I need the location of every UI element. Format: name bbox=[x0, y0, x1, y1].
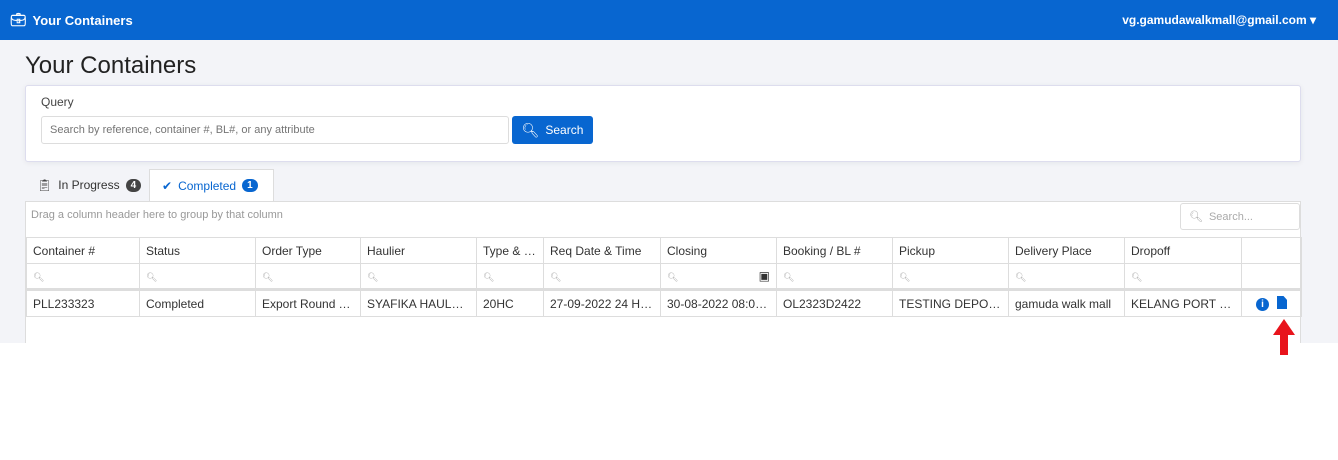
search-icon: 🔍︎ bbox=[483, 272, 495, 282]
query-label: Query bbox=[41, 95, 74, 109]
column-filter[interactable]: 🔍︎ bbox=[255, 263, 361, 290]
query-card: Query 🔍︎ Search bbox=[25, 85, 1301, 162]
containers-grid: Drag a column header here to group by th… bbox=[25, 201, 1302, 343]
header-row: Container # Status Order Type Haulier Type &… bbox=[26, 237, 1302, 264]
search-icon: 🔍︎ bbox=[146, 272, 158, 282]
search-icon: 🔍︎ bbox=[899, 272, 911, 282]
document-icon[interactable] bbox=[1277, 296, 1287, 309]
info-icon[interactable]: i bbox=[1256, 298, 1269, 311]
column-header[interactable]: Req Date & Time bbox=[543, 237, 661, 264]
column-filter[interactable]: 🔍︎ bbox=[476, 263, 544, 290]
column-filter[interactable]: 🔍︎ bbox=[1124, 263, 1242, 290]
brand-label: Your Containers bbox=[32, 12, 133, 28]
column-filter[interactable]: 🔍︎ bbox=[360, 263, 477, 290]
table-cell: 27-09-2022 24 HOURS bbox=[543, 288, 661, 317]
column-header[interactable]: Status bbox=[139, 237, 256, 264]
column-header[interactable]: Pickup bbox=[892, 237, 1009, 264]
column-header[interactable]: Delivery Place bbox=[1008, 237, 1125, 264]
brand[interactable]: 💼︎ Your Containers bbox=[10, 12, 133, 28]
tab-label: Completed bbox=[178, 178, 237, 193]
column-filter[interactable]: 🔍︎ bbox=[543, 263, 661, 290]
search-icon: 🔍︎ bbox=[550, 272, 562, 282]
count-badge: 1 bbox=[242, 179, 258, 192]
search-icon: 🔍︎ bbox=[262, 272, 274, 282]
table-cell: SYAFIKA HAULAGE SDN BHD bbox=[360, 288, 477, 317]
grid-table: Container # Status Order Type Haulier Type &… bbox=[26, 237, 1302, 317]
table-cell: PLL233323 bbox=[26, 288, 140, 317]
column-filter[interactable]: 🔍︎ bbox=[26, 263, 140, 290]
grid-search-placeholder: Search... bbox=[1208, 210, 1253, 223]
table-cell: Export Round Trip bbox=[255, 288, 361, 317]
search-icon: 🔍︎ bbox=[1131, 272, 1143, 282]
column-header[interactable]: Type & Size bbox=[476, 237, 544, 264]
column-header[interactable]: Dropoff bbox=[1124, 237, 1242, 264]
column-filter[interactable]: 🔍︎ ▣ bbox=[660, 263, 777, 290]
tab-label: In Progress bbox=[58, 178, 120, 192]
table-cell: TESTING DEPOT 22A bbox=[892, 288, 1009, 317]
column-header[interactable]: Order Type bbox=[255, 237, 361, 264]
row-actions: i bbox=[1241, 288, 1302, 317]
tab-completed[interactable]: ✔ Completed 1 bbox=[149, 169, 274, 201]
search-icon: 🔍︎ bbox=[521, 121, 540, 138]
search-button-label: Search bbox=[545, 123, 584, 137]
column-filter[interactable]: 🔍︎ bbox=[1008, 263, 1125, 290]
table-cell: Completed bbox=[139, 288, 256, 317]
table-cell: 20HC bbox=[476, 288, 544, 317]
search-icon: 🔍︎ bbox=[367, 272, 379, 282]
search-icon: 🔍︎ bbox=[1189, 211, 1203, 223]
column-filter[interactable]: 🔍︎ bbox=[776, 263, 893, 290]
search-button[interactable]: 🔍︎ Search bbox=[512, 116, 593, 144]
user-email: vg.gamudawalkmall@gmail.com bbox=[1122, 13, 1307, 27]
query-input[interactable] bbox=[41, 116, 509, 144]
user-menu[interactable]: vg.gamudawalkmall@gmail.com ▾ bbox=[1122, 13, 1328, 27]
tab-in-progress[interactable]: 📋︎ In Progress 4 bbox=[25, 169, 153, 201]
column-header[interactable]: Closing bbox=[660, 237, 777, 264]
caret-down-icon: ▾ bbox=[1309, 13, 1316, 27]
search-icon: 🔍︎ bbox=[33, 272, 45, 282]
calendar-icon[interactable]: ▣ bbox=[759, 269, 770, 283]
search-icon: 🔍︎ bbox=[1015, 272, 1027, 282]
column-header[interactable]: Haulier bbox=[360, 237, 477, 264]
red-arrow-annotation bbox=[1273, 319, 1295, 355]
table-row[interactable]: PLL233323 Completed Export Round Trip SYAFI… bbox=[26, 288, 1302, 317]
search-icon: 🔍︎ bbox=[783, 272, 795, 282]
page-title: Your Containers bbox=[25, 52, 197, 79]
column-filter[interactable]: 🔍︎ bbox=[139, 263, 256, 290]
filter-empty bbox=[1241, 263, 1302, 290]
column-header[interactable]: Container # bbox=[26, 237, 140, 264]
column-header[interactable] bbox=[1241, 237, 1302, 264]
top-navbar: 💼︎ Your Containers vg.gamudawalkmall@gmai… bbox=[0, 0, 1338, 40]
table-cell: 30-08-2022 08:00 AM bbox=[660, 288, 777, 317]
briefcase-icon: 💼︎ bbox=[10, 12, 27, 27]
page: Your Containers Query 🔍︎ Search 📋︎ In Prog… bbox=[0, 40, 1338, 343]
column-header[interactable]: Booking / BL # bbox=[776, 237, 893, 264]
group-panel-hint: Drag a column header here to group by th… bbox=[31, 209, 283, 221]
table-cell: gamuda walk mall bbox=[1008, 288, 1125, 317]
grid-search-input[interactable]: 🔍︎ Search... bbox=[1180, 203, 1300, 230]
search-icon: 🔍︎ bbox=[667, 272, 679, 282]
check-icon: ✔ bbox=[162, 178, 173, 193]
table-cell: KELANG PORT MANAGEMENT bbox=[1124, 288, 1242, 317]
filter-row: 🔍︎ 🔍︎ 🔍︎ 🔍︎ 🔍︎ 🔍︎ 🔍︎ ▣ 🔍︎ 🔍︎ 🔍︎ 🔍︎ bbox=[26, 263, 1302, 290]
clipboard-check-icon: 📋︎ bbox=[37, 178, 53, 192]
column-filter[interactable]: 🔍︎ bbox=[892, 263, 1009, 290]
table-cell: OL2323D2422 bbox=[776, 288, 893, 317]
count-badge: 4 bbox=[125, 178, 142, 192]
